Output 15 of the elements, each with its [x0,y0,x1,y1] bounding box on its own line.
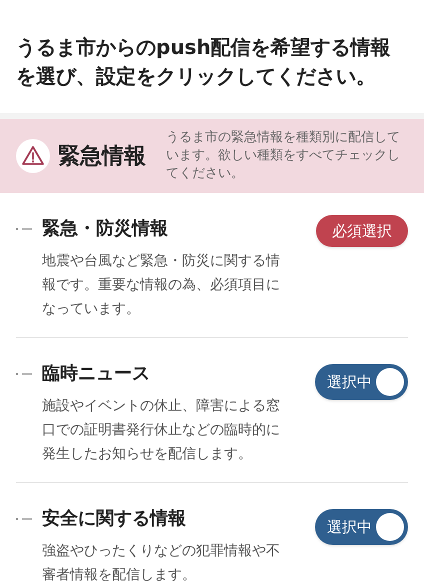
section-title: 緊急情報 [58,142,146,170]
toggle-switch[interactable]: 選択中 [315,509,408,545]
item-description: 地震や台風など緊急・防災に関する情報です。重要な情報の為、必須項目になっています。 [42,252,281,319]
toggle-switch[interactable]: 選択中 [315,364,408,400]
warning-icon [16,139,50,173]
item-title: 緊急・防災情報 [42,217,169,241]
item-description: 施設やイベントの休止、障害による窓口での証明書発行休止などの臨時的に発生したお知らせを配信します。 [42,397,281,464]
dash-icon [16,517,34,521]
dash-icon [16,372,34,376]
required-badge: 必須選択 [316,215,408,247]
intro-text: うるま市からのpush配信を希望する情報を選び、設定をクリックしてください。 [16,34,392,90]
dash-icon [16,227,34,231]
item-title: 安全に関する情報 [42,507,187,531]
item-title: 臨時ニュース [42,362,151,386]
section-description: うるま市の緊急情報を種類別に配信しています。欲しい種類をすべてチェックしてください。 [166,129,401,183]
